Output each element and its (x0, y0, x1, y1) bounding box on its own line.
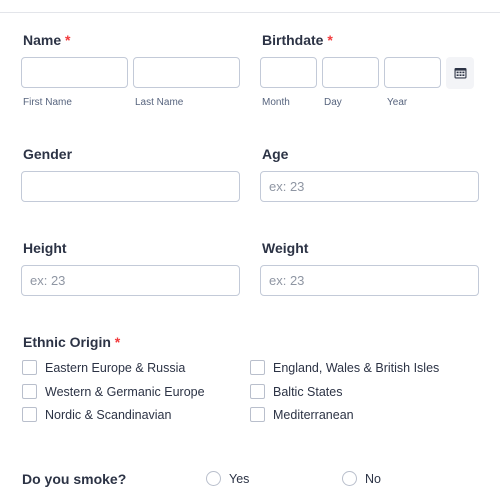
name-label: Name * (23, 32, 70, 48)
ethnic-origin-required-mark: * (114, 334, 121, 350)
checkbox-box[interactable] (250, 407, 265, 422)
day-sublabel: Day (324, 97, 342, 108)
checkbox-england-wales[interactable]: England, Wales & British Isles (250, 360, 439, 375)
age-label: Age (262, 146, 289, 162)
height-input[interactable] (21, 265, 240, 296)
birthdate-label: Birthdate * (262, 32, 333, 48)
smoke-label: Do you smoke? (22, 471, 127, 487)
birthdate-label-text: Birthdate (262, 32, 324, 48)
name-required-mark: * (65, 32, 71, 48)
height-label: Height (23, 240, 67, 256)
calendar-button[interactable] (446, 57, 474, 89)
radio-label: Yes (229, 471, 250, 486)
checkbox-box[interactable] (22, 360, 37, 375)
ethnic-origin-label: Ethnic Origin * (23, 334, 120, 350)
checkbox-nordic[interactable]: Nordic & Scandinavian (22, 407, 171, 422)
calendar-icon (454, 68, 466, 79)
option-label: England, Wales & British Isles (273, 360, 440, 375)
checkbox-box[interactable] (22, 384, 37, 399)
option-label: Eastern Europe & Russia (45, 360, 186, 375)
name-label-text: Name (23, 32, 62, 48)
birth-day-input[interactable] (322, 57, 379, 88)
checkbox-western-germanic[interactable]: Western & Germanic Europe (22, 384, 205, 399)
birth-month-input[interactable] (260, 57, 317, 88)
checkbox-eastern-europe[interactable]: Eastern Europe & Russia (22, 360, 185, 375)
weight-label: Weight (262, 240, 309, 256)
month-sublabel: Month (262, 97, 290, 108)
ethnic-origin-label-text: Ethnic Origin (23, 334, 111, 350)
last-name-sublabel: Last Name (135, 97, 184, 108)
top-divider (0, 12, 500, 13)
checkbox-mediterranean[interactable]: Mediterranean (250, 407, 354, 422)
last-name-input[interactable] (133, 57, 240, 88)
birth-year-input[interactable] (384, 57, 441, 88)
checkbox-box[interactable] (250, 360, 265, 375)
gender-label: Gender (23, 146, 73, 162)
age-input[interactable] (260, 171, 479, 202)
checkbox-box[interactable] (22, 407, 37, 422)
option-label: Nordic & Scandinavian (45, 407, 172, 422)
checkbox-box[interactable] (250, 384, 265, 399)
first-name-input[interactable] (21, 57, 128, 88)
option-label: Baltic States (273, 384, 343, 399)
birthdate-required-mark: * (327, 32, 333, 48)
radio-label: No (365, 471, 381, 486)
weight-input[interactable] (260, 265, 479, 296)
gender-input[interactable] (21, 171, 240, 202)
checkbox-baltic-states[interactable]: Baltic States (250, 384, 342, 399)
year-sublabel: Year (387, 97, 408, 108)
option-label: Western & Germanic Europe (45, 384, 205, 399)
option-label: Mediterranean (273, 407, 354, 422)
first-name-sublabel: First Name (23, 97, 72, 108)
